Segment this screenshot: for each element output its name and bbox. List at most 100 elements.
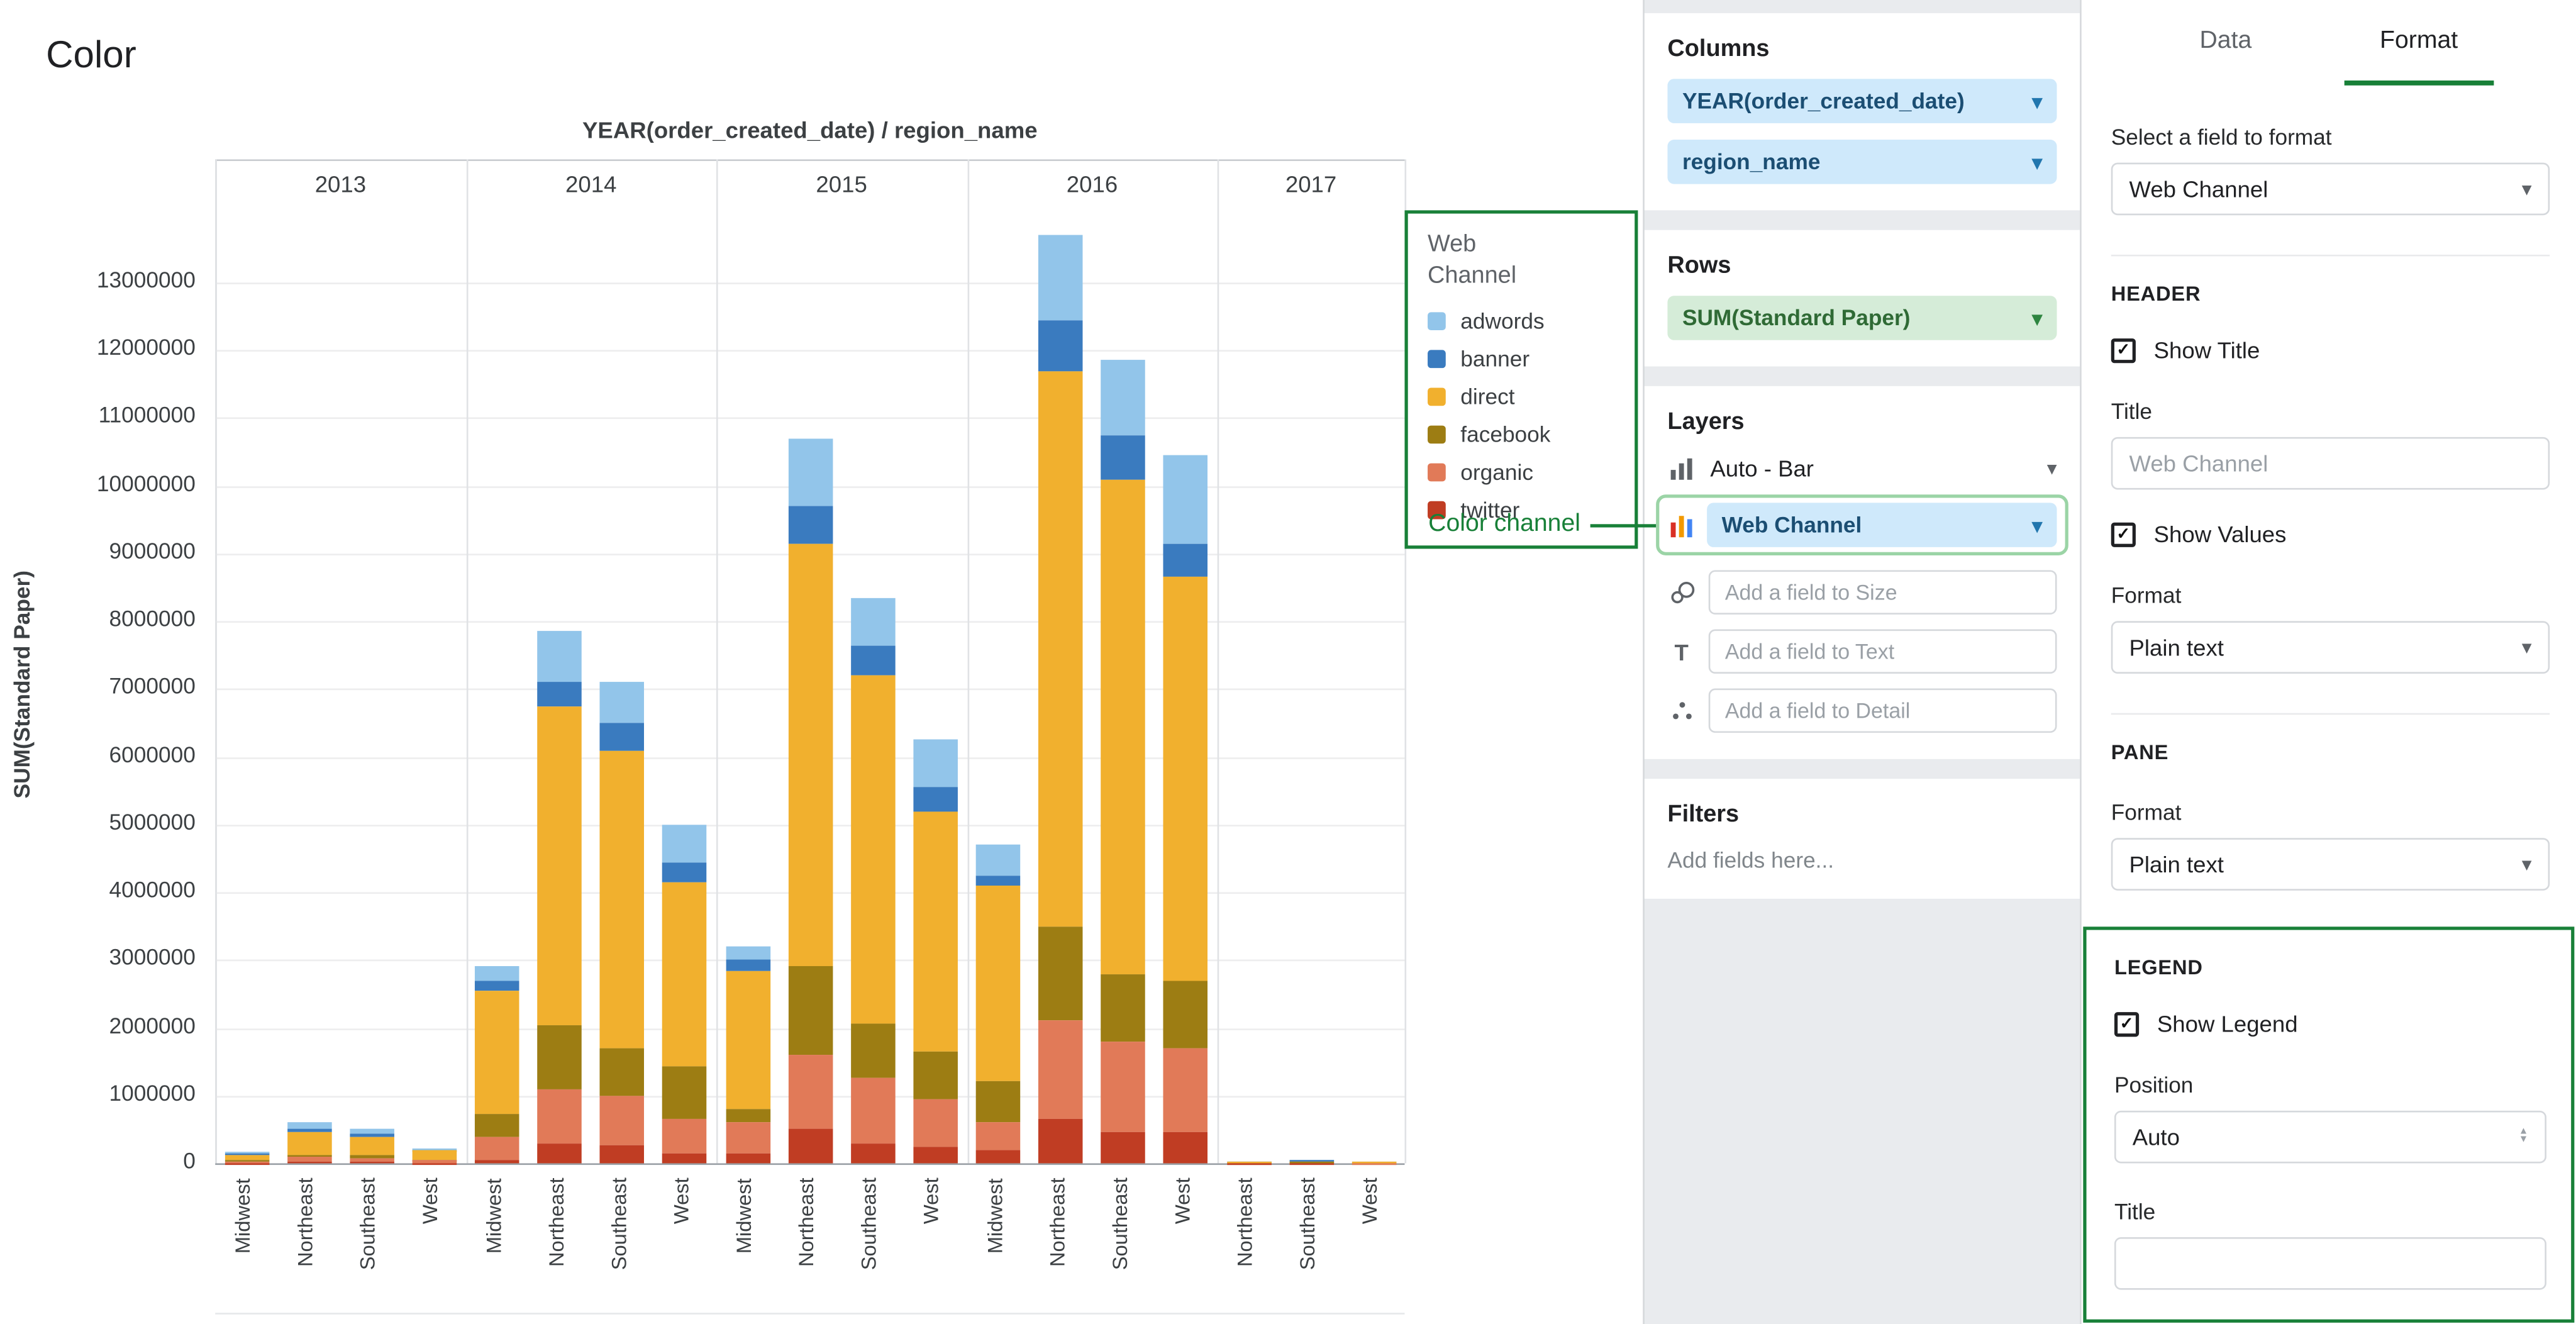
bar-segment-adwords[interactable] [851, 598, 896, 645]
pill-web-channel-color[interactable]: Web Channel ▾ [1707, 503, 2057, 547]
bar-segment-direct[interactable] [663, 882, 708, 1066]
bar-2017-Northeast[interactable] [1226, 1161, 1271, 1164]
tab-data[interactable]: Data [2163, 0, 2288, 86]
bar-segment-twitter[interactable] [413, 1162, 457, 1163]
bar-2016-West[interactable] [1164, 455, 1209, 1164]
bar-segment-twitter[interactable] [663, 1153, 708, 1163]
bar-2013-Southeast[interactable] [350, 1130, 394, 1164]
header-format-select[interactable]: Plain text ▾ [2111, 621, 2550, 674]
bar-segment-twitter[interactable] [538, 1143, 582, 1163]
legend-item-adwords[interactable]: adwords [1428, 309, 1615, 333]
bar-segment-organic[interactable] [913, 1099, 958, 1146]
bar-2015-Midwest[interactable] [725, 947, 770, 1164]
bar-segment-twitter[interactable] [600, 1145, 645, 1163]
bar-2015-West[interactable] [913, 740, 958, 1163]
bar-segment-twitter[interactable] [851, 1143, 896, 1163]
bar-segment-facebook[interactable] [1038, 926, 1083, 1021]
bar-segment-banner[interactable] [1038, 320, 1083, 371]
bar-2013-West[interactable] [413, 1148, 457, 1164]
bar-segment-twitter[interactable] [1101, 1133, 1146, 1163]
bar-segment-direct[interactable] [350, 1137, 394, 1155]
show-values-checkbox[interactable]: ✓ [2111, 521, 2136, 546]
chevron-down-icon[interactable]: ▾ [2032, 150, 2042, 174]
bar-segment-twitter[interactable] [1038, 1119, 1083, 1163]
bar-segment-organic[interactable] [851, 1079, 896, 1143]
bar-segment-adwords[interactable] [1164, 455, 1209, 543]
pane-format-select[interactable]: Plain text ▾ [2111, 838, 2550, 891]
bar-2014-Southeast[interactable] [600, 682, 645, 1164]
bar-segment-direct[interactable] [287, 1132, 331, 1155]
legend-item-direct[interactable]: direct [1428, 384, 1615, 409]
bar-segment-direct[interactable] [976, 886, 1021, 1081]
legend-title-input[interactable] [2114, 1237, 2546, 1290]
bar-segment-facebook[interactable] [725, 1109, 770, 1123]
show-title-checkbox[interactable]: ✓ [2111, 338, 2136, 362]
bar-segment-facebook[interactable] [851, 1025, 896, 1079]
bar-segment-adwords[interactable] [1101, 360, 1146, 435]
bar-segment-twitter[interactable] [976, 1150, 1021, 1164]
bar-segment-organic[interactable] [1038, 1021, 1083, 1119]
bar-segment-facebook[interactable] [475, 1113, 519, 1138]
bar-segment-direct[interactable] [225, 1155, 269, 1160]
bar-segment-adwords[interactable] [1038, 235, 1083, 320]
chevron-down-icon[interactable]: ▾ [2032, 306, 2042, 330]
bar-segment-twitter[interactable] [287, 1161, 331, 1163]
bar-segment-twitter[interactable] [725, 1153, 770, 1163]
field-to-format-select[interactable]: Web Channel ▾ [2111, 163, 2550, 216]
bar-segment-banner[interactable] [600, 723, 645, 750]
bar-segment-direct[interactable] [788, 543, 833, 967]
bar-segment-organic[interactable] [788, 1055, 833, 1129]
bar-segment-facebook[interactable] [1164, 981, 1209, 1049]
bar-segment-direct[interactable] [413, 1150, 457, 1159]
bar-2015-Northeast[interactable] [788, 438, 833, 1163]
bar-segment-banner[interactable] [788, 506, 833, 543]
bar-segment-direct[interactable] [475, 991, 519, 1113]
bar-segment-direct[interactable] [725, 971, 770, 1110]
legend-position-select[interactable]: Auto ▲▼ [2114, 1111, 2546, 1164]
bar-segment-twitter[interactable] [350, 1162, 394, 1164]
chevron-down-icon[interactable]: ▾ [2032, 513, 2042, 537]
bar-segment-facebook[interactable] [1101, 974, 1146, 1042]
bar-2014-Northeast[interactable] [538, 631, 582, 1163]
bar-segment-twitter[interactable] [788, 1130, 833, 1164]
legend-item-banner[interactable]: banner [1428, 347, 1615, 371]
bar-segment-adwords[interactable] [663, 825, 708, 862]
bar-segment-adwords[interactable] [287, 1123, 331, 1129]
bar-2013-Midwest[interactable] [225, 1152, 269, 1163]
size-field-dropzone[interactable]: Add a field to Size [1709, 570, 2057, 615]
bar-segment-banner[interactable] [913, 787, 958, 811]
bar-segment-direct[interactable] [851, 676, 896, 1025]
pill-sum-standard-paper[interactable]: SUM(Standard Paper) ▾ [1667, 296, 2057, 340]
bar-segment-adwords[interactable] [538, 631, 582, 682]
bar-segment-twitter[interactable] [225, 1162, 269, 1163]
chevron-down-icon[interactable]: ▾ [2047, 457, 2057, 480]
bar-segment-facebook[interactable] [600, 1048, 645, 1095]
bar-segment-facebook[interactable] [538, 1026, 582, 1090]
header-title-input[interactable] [2111, 437, 2550, 490]
bar-2017-West[interactable] [1352, 1162, 1396, 1163]
filters-dropzone[interactable]: Add fields here... [1667, 848, 2057, 872]
layer-type-selector[interactable]: Auto - Bar ▾ [1667, 455, 2057, 482]
bar-segment-direct[interactable] [538, 706, 582, 1026]
bar-segment-adwords[interactable] [913, 740, 958, 787]
bar-segment-facebook[interactable] [913, 1052, 958, 1099]
chevron-down-icon[interactable]: ▾ [2032, 89, 2042, 113]
bar-segment-banner[interactable] [475, 981, 519, 991]
bar-segment-organic[interactable] [600, 1096, 645, 1146]
legend-item-facebook[interactable]: facebook [1428, 422, 1615, 447]
bar-segment-direct[interactable] [913, 811, 958, 1051]
bar-2016-Southeast[interactable] [1101, 360, 1146, 1163]
bar-2015-Southeast[interactable] [851, 598, 896, 1163]
pill-region-name[interactable]: region_name ▾ [1667, 140, 2057, 184]
bar-2013-Northeast[interactable] [287, 1123, 331, 1164]
bar-segment-adwords[interactable] [475, 965, 519, 981]
bar-segment-banner[interactable] [851, 645, 896, 676]
bar-segment-banner[interactable] [663, 862, 708, 882]
bar-2017-Southeast[interactable] [1289, 1160, 1333, 1164]
bar-segment-banner[interactable] [1164, 543, 1209, 577]
bar-segment-organic[interactable] [663, 1119, 708, 1153]
bar-segment-adwords[interactable] [350, 1130, 394, 1134]
bar-segment-direct[interactable] [1164, 577, 1209, 981]
bar-2014-Midwest[interactable] [475, 965, 519, 1163]
bar-segment-direct[interactable] [1101, 479, 1146, 974]
